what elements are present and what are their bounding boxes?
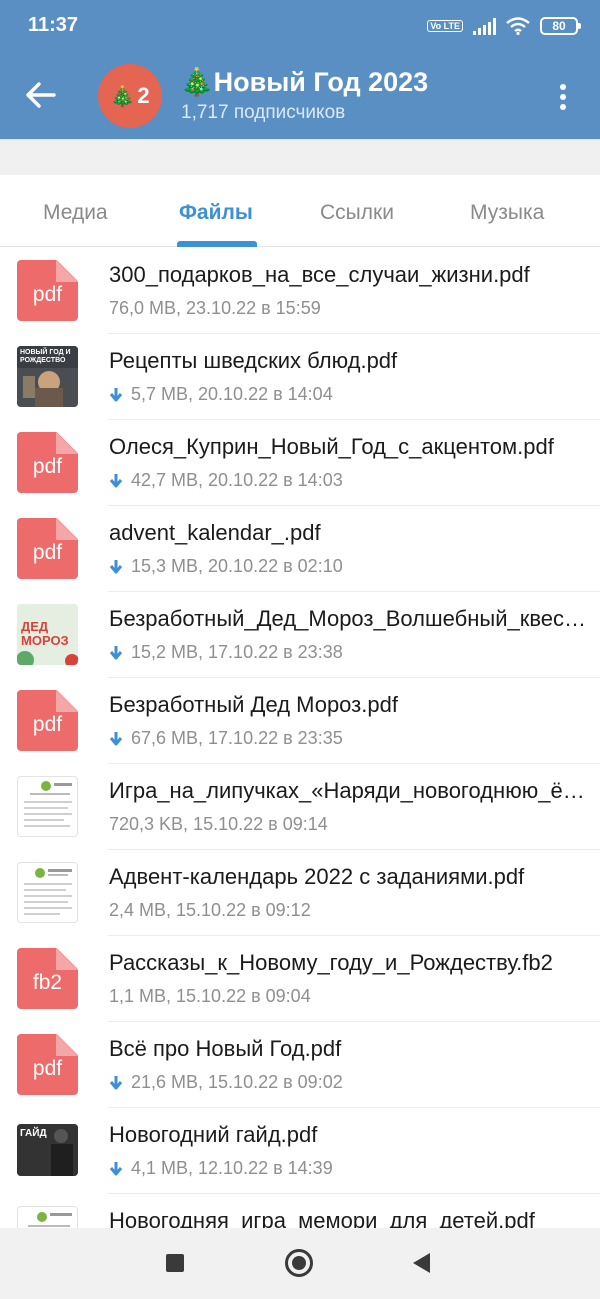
section-divider <box>0 139 600 175</box>
home-circle-icon[interactable] <box>285 1249 313 1277</box>
subscriber-count: 1,717 подписчиков <box>181 102 346 123</box>
download-arrow-icon[interactable] <box>109 559 123 575</box>
active-tab-indicator <box>177 241 257 247</box>
avatar-text: 2 <box>137 83 150 108</box>
file-name: Новогодний гайд.pdf <box>109 1122 318 1147</box>
app-header: 11:37 Vo LTE 80 🎄 2 🎄Новый Год 2023 1,71… <box>0 0 600 139</box>
back-arrow-icon[interactable] <box>24 78 58 112</box>
file-meta: 2,4 MB, 15.10.22 в 09:12 <box>109 900 311 920</box>
fb2-file-icon: fb2 <box>17 948 78 1009</box>
file-name: Всё про Новый Год.pdf <box>109 1036 342 1061</box>
recents-square-icon[interactable] <box>166 1254 184 1272</box>
file-row[interactable]: pdf advent_kalendar_.pdf 15,3 MB, 20.10.… <box>0 506 600 592</box>
file-meta: 1,1 MB, 15.10.22 в 09:04 <box>109 986 311 1006</box>
file-row[interactable]: Новогодняя_игра_мемори_для_детей.pdf <box>0 1194 600 1228</box>
tree-emoji: 🎄 <box>110 85 136 108</box>
file-name: Игра_на_липучках_«Наряди_новогоднюю_ёлку… <box>109 778 587 803</box>
file-name: Рассказы_к_Новому_году_и_Рождеству.fb2 <box>109 950 553 975</box>
channel-avatar[interactable]: 🎄 2 <box>98 64 162 128</box>
tab-links[interactable]: Ссылки <box>320 201 394 225</box>
download-arrow-icon[interactable] <box>109 387 123 403</box>
file-meta: 76,0 MB, 23.10.22 в 15:59 <box>109 298 321 318</box>
back-triangle-icon[interactable] <box>413 1253 430 1273</box>
file-row[interactable]: ГАЙД Новогодний гайд.pdf 4,1 MB, 12.10.2… <box>0 1108 600 1194</box>
file-row[interactable]: ДЕД МОРОЗ Безработный_Дед_Мороз_Волшебны… <box>0 592 600 678</box>
file-row[interactable]: Адвент-календарь 2022 с заданиями.pdf 2,… <box>0 850 600 936</box>
download-arrow-icon[interactable] <box>109 473 123 489</box>
pdf-file-icon: pdf <box>17 518 78 579</box>
document-thumbnail <box>17 1206 78 1228</box>
media-tabs: Медиа Файлы Ссылки Музыка <box>0 175 600 247</box>
file-meta: 67,6 MB, 17.10.22 в 23:35 <box>109 728 343 749</box>
status-time: 11:37 <box>28 14 79 36</box>
file-name: Безработный_Дед_Мороз_Волшебный_квест.pd… <box>109 606 587 631</box>
file-meta: 21,6 MB, 15.10.22 в 09:02 <box>109 1072 343 1093</box>
file-row[interactable]: pdf Олеся_Куприн_Новый_Год_с_акцентом.pd… <box>0 420 600 506</box>
guide-thumbnail: ГАЙД <box>17 1124 78 1176</box>
tab-media[interactable]: Медиа <box>43 201 108 225</box>
photo-thumbnail: НОВЫЙ ГОД И РОЖДЕСТВО <box>17 346 78 407</box>
download-arrow-icon[interactable] <box>109 731 123 747</box>
status-bar: 11:37 Vo LTE 80 <box>0 0 600 52</box>
file-list[interactable]: pdf 300_подарков_на_все_случаи_жизни.pdf… <box>0 248 600 1228</box>
file-name: Олеся_Куприн_Новый_Год_с_акцентом.pdf <box>109 434 554 459</box>
signal-icon <box>473 17 496 35</box>
file-row[interactable]: pdf 300_подарков_на_все_случаи_жизни.pdf… <box>0 248 600 334</box>
file-row[interactable]: НОВЫЙ ГОД И РОЖДЕСТВО Рецепты шведских б… <box>0 334 600 420</box>
thumb-caption: НОВЫЙ ГОД И РОЖДЕСТВО <box>20 349 71 364</box>
pdf-file-icon: pdf <box>17 1034 78 1095</box>
download-arrow-icon[interactable] <box>109 1075 123 1091</box>
file-row[interactable]: Игра_на_липучках_«Наряди_новогоднюю_ёлку… <box>0 764 600 850</box>
file-name: advent_kalendar_.pdf <box>109 520 321 545</box>
file-meta: 15,3 MB, 20.10.22 в 02:10 <box>109 556 343 577</box>
file-name: 300_подарков_на_все_случаи_жизни.pdf <box>109 262 530 287</box>
tab-music[interactable]: Музыка <box>470 201 544 225</box>
wifi-icon <box>506 17 530 35</box>
cover-thumbnail: ДЕД МОРОЗ <box>17 604 78 665</box>
file-row[interactable]: pdf Всё про Новый Год.pdf 21,6 MB, 15.10… <box>0 1022 600 1108</box>
file-name: Новогодняя_игра_мемори_для_детей.pdf <box>109 1208 535 1228</box>
more-menu-icon[interactable] <box>550 80 576 114</box>
file-meta: 15,2 MB, 17.10.22 в 23:38 <box>109 642 343 663</box>
download-arrow-icon[interactable] <box>109 645 123 661</box>
thumb-caption: ДЕД МОРОЗ <box>21 619 69 648</box>
thumb-caption: ГАЙД <box>20 1128 47 1139</box>
pdf-file-icon: pdf <box>17 690 78 751</box>
tab-files[interactable]: Файлы <box>179 201 253 225</box>
file-meta: 5,7 MB, 20.10.22 в 14:04 <box>109 384 333 405</box>
battery-icon: 80 <box>540 17 581 35</box>
channel-title[interactable]: 🎄Новый Год 2023 <box>180 66 428 98</box>
status-icons: Vo LTE 80 <box>427 14 581 38</box>
file-meta: 42,7 MB, 20.10.22 в 14:03 <box>109 470 343 491</box>
file-name: Адвент-календарь 2022 с заданиями.pdf <box>109 864 525 889</box>
file-meta: 4,1 MB, 12.10.22 в 14:39 <box>109 1158 333 1179</box>
file-row[interactable]: fb2 Рассказы_к_Новому_году_и_Рождеству.f… <box>0 936 600 1022</box>
file-meta: 720,3 KB, 15.10.22 в 09:14 <box>109 814 328 834</box>
file-name: Безработный Дед Мороз.pdf <box>109 692 398 717</box>
pdf-file-icon: pdf <box>17 432 78 493</box>
document-thumbnail <box>17 862 78 923</box>
volte-icon: Vo LTE <box>427 20 463 32</box>
document-thumbnail <box>17 776 78 837</box>
system-nav-bar <box>0 1228 600 1299</box>
file-row[interactable]: pdf Безработный Дед Мороз.pdf 67,6 MB, 1… <box>0 678 600 764</box>
file-name: Рецепты шведских блюд.pdf <box>109 348 398 373</box>
pdf-file-icon: pdf <box>17 260 78 321</box>
download-arrow-icon[interactable] <box>109 1161 123 1177</box>
